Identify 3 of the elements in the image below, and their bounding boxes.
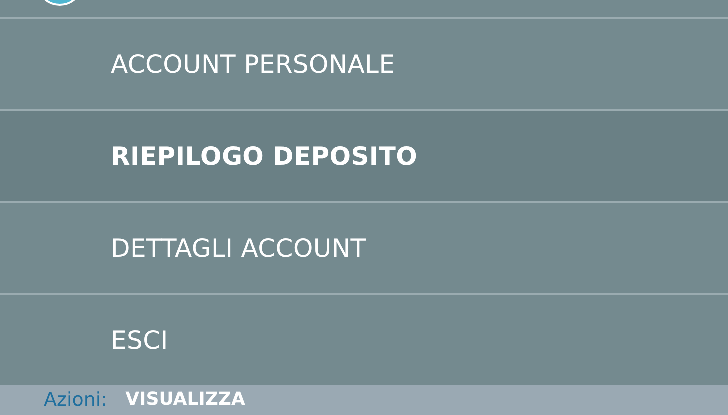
actions-label: Azioni: — [44, 389, 108, 411]
view-link[interactable]: VISUALIZZA — [126, 389, 246, 411]
menu-item[interactable]: RIEPILOGO DEPOSITO — [0, 109, 728, 201]
